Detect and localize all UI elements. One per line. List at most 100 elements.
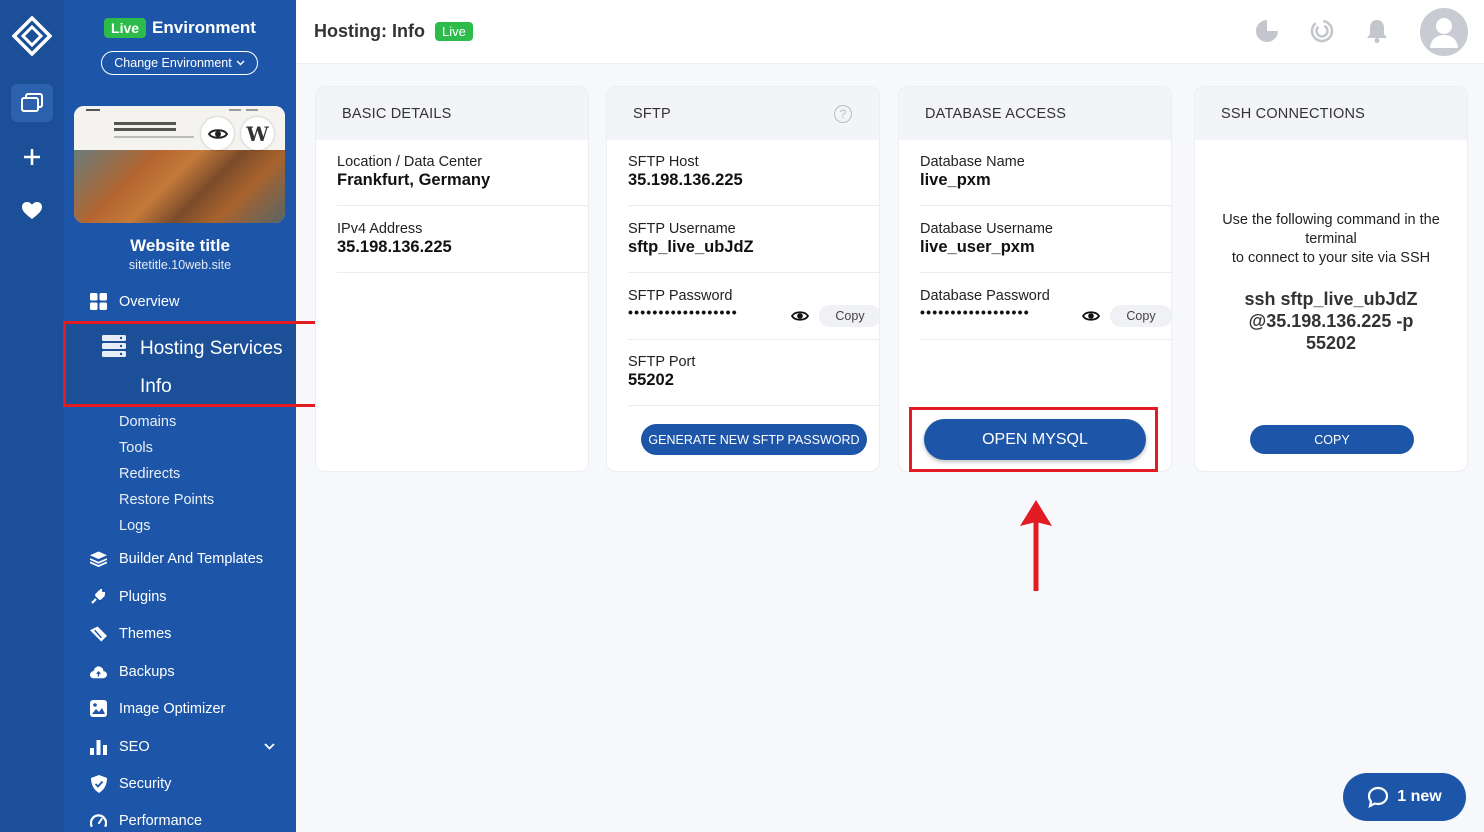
nav-security[interactable]: Security (90, 774, 172, 793)
db-show-password-eye-icon[interactable] (1082, 310, 1100, 322)
nav-seo-label: SEO (119, 738, 150, 755)
preview-eye-icon[interactable] (201, 117, 234, 150)
favorites-heart-icon[interactable] (11, 192, 53, 230)
nav-builder-label: Builder And Templates (119, 550, 264, 567)
image-icon (90, 700, 107, 717)
nav-builder-templates[interactable]: Builder And Templates (90, 550, 263, 567)
ssh-instructions: Use the following command in the termina… (1205, 211, 1457, 268)
ssh-hint-2: to connect to your site via SSH (1231, 250, 1431, 266)
db-copy-password-button[interactable]: Copy (1110, 305, 1171, 327)
activity-spinner-icon[interactable] (1309, 18, 1335, 44)
chat-widget-button[interactable]: 1 new (1343, 773, 1466, 821)
nav-plugins-label: Plugins (119, 588, 167, 605)
nav-domains[interactable]: Domains (119, 414, 176, 430)
chat-bubble-icon (1368, 786, 1389, 808)
nav-overview-label: Overview (119, 293, 180, 310)
gauge-icon (90, 812, 107, 829)
ipv4-field: IPv4 Address 35.198.136.225 (337, 221, 588, 273)
nav-overview[interactable]: Overview (90, 293, 179, 310)
ssh-command: ssh sftp_live_ubJdZ @35.198.136.225 -p 5… (1205, 288, 1457, 354)
websites-icon[interactable] (11, 84, 53, 122)
chat-new-count: 1 new (1397, 788, 1442, 805)
basic-details-title: BASIC DETAILS (316, 87, 588, 140)
annotation-highlight-open-mysql (909, 407, 1158, 472)
plug-icon (90, 588, 107, 605)
db-username-value: live_user_pxm (920, 238, 1035, 256)
sftp-port-label: SFTP Port (628, 354, 696, 370)
sftp-username-label: SFTP Username (628, 221, 736, 237)
overview-grid-icon (90, 293, 107, 310)
nav-seo[interactable]: SEO (90, 738, 150, 755)
db-username-label: Database Username (920, 221, 1053, 237)
ssh-hint-1: Use the following command in the termina… (1222, 212, 1440, 247)
location-value: Frankfurt, Germany (337, 171, 491, 189)
db-password-field: Database Password •••••••••••••••••• Cop… (920, 288, 1171, 340)
nav-logs[interactable]: Logs (119, 518, 150, 534)
shield-icon (90, 774, 107, 793)
environment-label: Environment (152, 18, 256, 37)
add-website-icon[interactable] (11, 138, 53, 176)
sftp-copy-password-button[interactable]: Copy (819, 305, 879, 327)
nav-tools[interactable]: Tools (119, 440, 153, 456)
nav-performance[interactable]: Performance (90, 812, 202, 829)
sftp-host-value: 35.198.136.225 (628, 171, 743, 189)
db-name-field: Database Name live_pxm (920, 154, 1171, 206)
nav-themes-label: Themes (119, 625, 172, 642)
sftp-title: SFTP (633, 105, 671, 122)
nav-backups-label: Backups (119, 663, 175, 680)
website-title: Website title (130, 236, 230, 255)
nav-image-optimizer-label: Image Optimizer (119, 700, 226, 717)
chevron-down-icon (236, 60, 245, 66)
live-badge: Live (104, 18, 147, 38)
sftp-username-field: SFTP Username sftp_live_ubJdZ (628, 221, 879, 273)
seo-chevron-down-icon[interactable] (264, 743, 275, 750)
user-avatar[interactable] (1420, 8, 1468, 56)
db-name-value: live_pxm (920, 171, 991, 189)
page-title: Hosting: Info Live (314, 21, 473, 42)
change-environment-button[interactable]: Change Environment (101, 51, 258, 75)
nav-image-optimizer[interactable]: Image Optimizer (90, 700, 225, 717)
db-password-label: Database Password (920, 288, 1050, 304)
location-field: Location / Data Center Frankfurt, German… (337, 154, 588, 206)
sftp-host-field: SFTP Host 35.198.136.225 (628, 154, 879, 206)
usage-pie-icon[interactable] (1254, 18, 1280, 44)
notifications-bell-icon[interactable] (1364, 18, 1390, 44)
nav-restore-points[interactable]: Restore Points (119, 492, 214, 508)
nav-themes[interactable]: Themes (90, 625, 171, 642)
brush-icon (90, 625, 107, 642)
nav-security-label: Security (119, 775, 172, 792)
nav-redirects[interactable]: Redirects (119, 466, 180, 482)
cloud-backup-icon (90, 663, 107, 680)
sftp-password-label: SFTP Password (628, 288, 733, 304)
tenweb-logo-icon[interactable] (11, 15, 53, 57)
sftp-header: SFTP ? (607, 87, 879, 140)
ipv4-label: IPv4 Address (337, 221, 423, 237)
wordpress-icon[interactable]: W (241, 117, 274, 150)
website-preview[interactable]: W (74, 106, 285, 223)
app-rail (0, 0, 64, 832)
database-access-title: DATABASE ACCESS (899, 87, 1171, 140)
page-live-badge: Live (434, 22, 473, 41)
ssh-connections-card: SSH CONNECTIONS Use the following comman… (1194, 86, 1468, 472)
sftp-password-field: SFTP Password •••••••••••••••••• Copy (628, 288, 879, 340)
help-icon[interactable]: ? (834, 105, 852, 123)
bar-chart-icon (90, 738, 107, 755)
sftp-host-label: SFTP Host (628, 154, 699, 170)
basic-details-card: BASIC DETAILS Location / Data Center Fra… (315, 86, 589, 472)
ssh-command-line-1: ssh sftp_live_ubJdZ (1244, 289, 1418, 309)
ssh-copy-button[interactable]: COPY (1250, 425, 1414, 454)
sftp-port-field: SFTP Port 55202 (628, 354, 879, 406)
environment-indicator: Live Environment (64, 18, 296, 38)
annotation-arrow-up-icon (1020, 500, 1052, 591)
website-url[interactable]: sitetitle.10web.site (64, 258, 296, 272)
location-label: Location / Data Center (337, 154, 483, 170)
ssh-connections-title: SSH CONNECTIONS (1195, 87, 1467, 140)
nav-performance-label: Performance (119, 812, 203, 829)
page-title-text: Hosting: Info (314, 21, 425, 41)
nav-backups[interactable]: Backups (90, 663, 175, 680)
ssh-command-line-3: 55202 (1305, 333, 1357, 353)
change-environment-label: Change Environment (114, 56, 232, 70)
sftp-show-password-eye-icon[interactable] (791, 310, 809, 322)
nav-plugins[interactable]: Plugins (90, 588, 167, 605)
generate-sftp-password-button[interactable]: GENERATE NEW SFTP PASSWORD (641, 424, 867, 455)
